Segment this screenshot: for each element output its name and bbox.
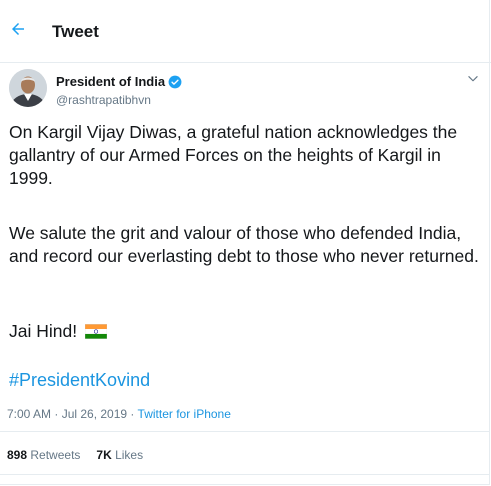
tweet-paragraph-3-row: Jai Hind! bbox=[9, 320, 479, 343]
tweet-page: Tweet President of India @rashtrapatibhv… bbox=[0, 0, 491, 485]
tweet-meta: 7:00 AM · Jul 26, 2019 · Twitter for iPh… bbox=[7, 407, 231, 421]
retweets-stat[interactable]: 898 Retweets bbox=[7, 448, 80, 462]
tweet-paragraph-1: On Kargil Vijay Diwas, a grateful nation… bbox=[9, 122, 458, 188]
likes-stat[interactable]: 7K Likes bbox=[96, 448, 143, 462]
divider bbox=[0, 431, 489, 432]
tweet-paragraph-3: Jai Hind! bbox=[9, 321, 78, 341]
likes-count: 7K bbox=[96, 448, 112, 462]
tweet-stats: 898 Retweets 7K Likes bbox=[7, 448, 143, 462]
author-name[interactable]: President of India bbox=[56, 74, 165, 89]
india-flag-icon bbox=[85, 324, 108, 339]
retweets-count: 898 bbox=[7, 448, 28, 462]
tweet-paragraph-2: We salute the grit and valour of those w… bbox=[9, 223, 479, 266]
retweets-label: Retweets bbox=[30, 448, 81, 462]
author-name-row: President of India bbox=[56, 74, 182, 89]
tweet-timestamp[interactable]: 7:00 AM · Jul 26, 2019 · bbox=[7, 407, 138, 421]
arrow-left-icon[interactable] bbox=[9, 20, 27, 38]
page-header: Tweet bbox=[0, 0, 491, 63]
likes-label: Likes bbox=[115, 448, 144, 462]
author-handle[interactable]: @rashtrapatibhvn bbox=[56, 93, 151, 107]
divider bbox=[0, 474, 489, 475]
hashtag-link[interactable]: #PresidentKovind bbox=[9, 370, 150, 391]
chevron-down-icon[interactable] bbox=[466, 72, 480, 86]
avatar-image bbox=[9, 69, 47, 107]
verified-badge-icon bbox=[168, 75, 182, 88]
avatar[interactable] bbox=[9, 69, 47, 107]
page-title: Tweet bbox=[52, 22, 99, 41]
tweet-source-link[interactable]: Twitter for iPhone bbox=[138, 407, 231, 421]
